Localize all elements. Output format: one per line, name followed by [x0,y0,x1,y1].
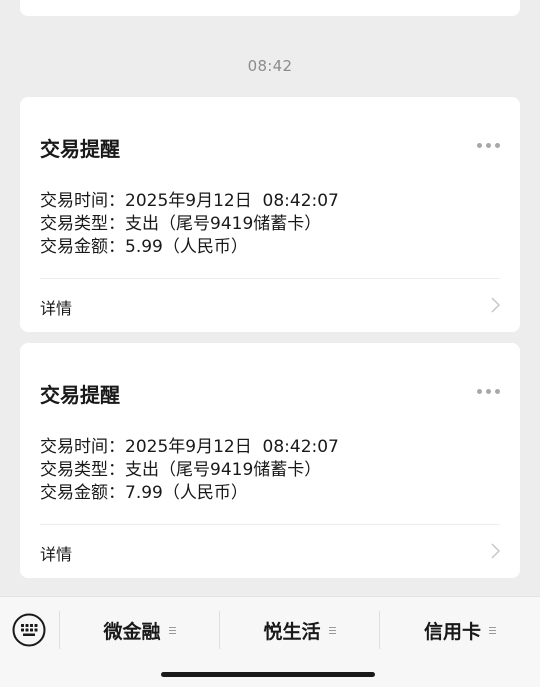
card-divider [40,524,500,525]
transaction-card[interactable]: 交易提醒 交易时间： 2025年9月12日 08:42:07 交易类型： 支出（尾号… [20,97,520,332]
menu-item-label: 悦生活 [263,620,321,643]
details-link[interactable]: 详情 [40,541,72,565]
menu-item-wei-jinrong[interactable]: 微金融 [60,610,219,650]
official-account-chat: 08:42 交易提醒 交易时间： 2025年9月12日 08:42:07 交易类型… [0,0,540,687]
transaction-time-row: 交易时间： 2025年9月12日 08:42:07 [40,436,339,459]
transaction-amount-row: 交易金额： 7.99（人民币） [40,482,339,505]
transaction-card[interactable]: 交易提醒 交易时间： 2025年9月12日 08:42:07 交易类型： 支出（尾号… [20,343,520,578]
card-title: 交易提醒 [40,137,120,161]
transaction-type-value: 支出（尾号9419储蓄卡） [125,214,322,234]
transaction-type-row: 交易类型： 支出（尾号9419储蓄卡） [40,459,339,482]
transaction-time-value: 2025年9月12日 08:42:07 [125,191,339,211]
card-divider [40,278,500,279]
more-options-icon[interactable] [477,389,500,394]
transaction-time-label: 交易时间： [40,191,125,211]
transaction-time-label: 交易时间： [40,437,125,457]
transaction-amount-value: 5.99（人民币） [125,237,248,257]
menu-item-xinyongka[interactable]: 信用卡 [380,610,540,650]
transaction-time-value: 2025年9月12日 08:42:07 [125,437,339,457]
transaction-amount-row: 交易金额： 5.99（人民币） [40,236,339,259]
menu-item-yue-shenghuo[interactable]: 悦生活 [220,610,379,650]
submenu-icon [328,626,336,634]
menu-item-label: 信用卡 [423,620,481,643]
previous-message-card [20,0,520,16]
transaction-time-row: 交易时间： 2025年9月12日 08:42:07 [40,190,339,213]
transaction-amount-label: 交易金额： [40,483,125,503]
transaction-type-row: 交易类型： 支出（尾号9419储蓄卡） [40,213,339,236]
transaction-details: 交易时间： 2025年9月12日 08:42:07 交易类型： 支出（尾号9419储… [40,436,339,505]
transaction-type-value: 支出（尾号9419储蓄卡） [125,460,322,480]
chevron-right-icon [491,297,500,313]
transaction-type-label: 交易类型： [40,214,125,234]
more-options-icon[interactable] [477,143,500,148]
home-indicator[interactable] [161,672,375,677]
transaction-amount-label: 交易金额： [40,237,125,257]
transaction-details: 交易时间： 2025年9月12日 08:42:07 交易类型： 支出（尾号9419储… [40,190,339,259]
menu-item-label: 微金融 [103,620,161,643]
transaction-amount-value: 7.99（人民币） [125,483,248,503]
transaction-type-label: 交易类型： [40,460,125,480]
submenu-icon [168,626,176,634]
submenu-icon [489,626,496,634]
message-timestamp: 08:42 [247,57,293,75]
card-title: 交易提醒 [40,383,120,407]
keyboard-icon[interactable] [12,613,46,647]
details-link[interactable]: 详情 [40,295,72,319]
chevron-right-icon [491,543,500,559]
